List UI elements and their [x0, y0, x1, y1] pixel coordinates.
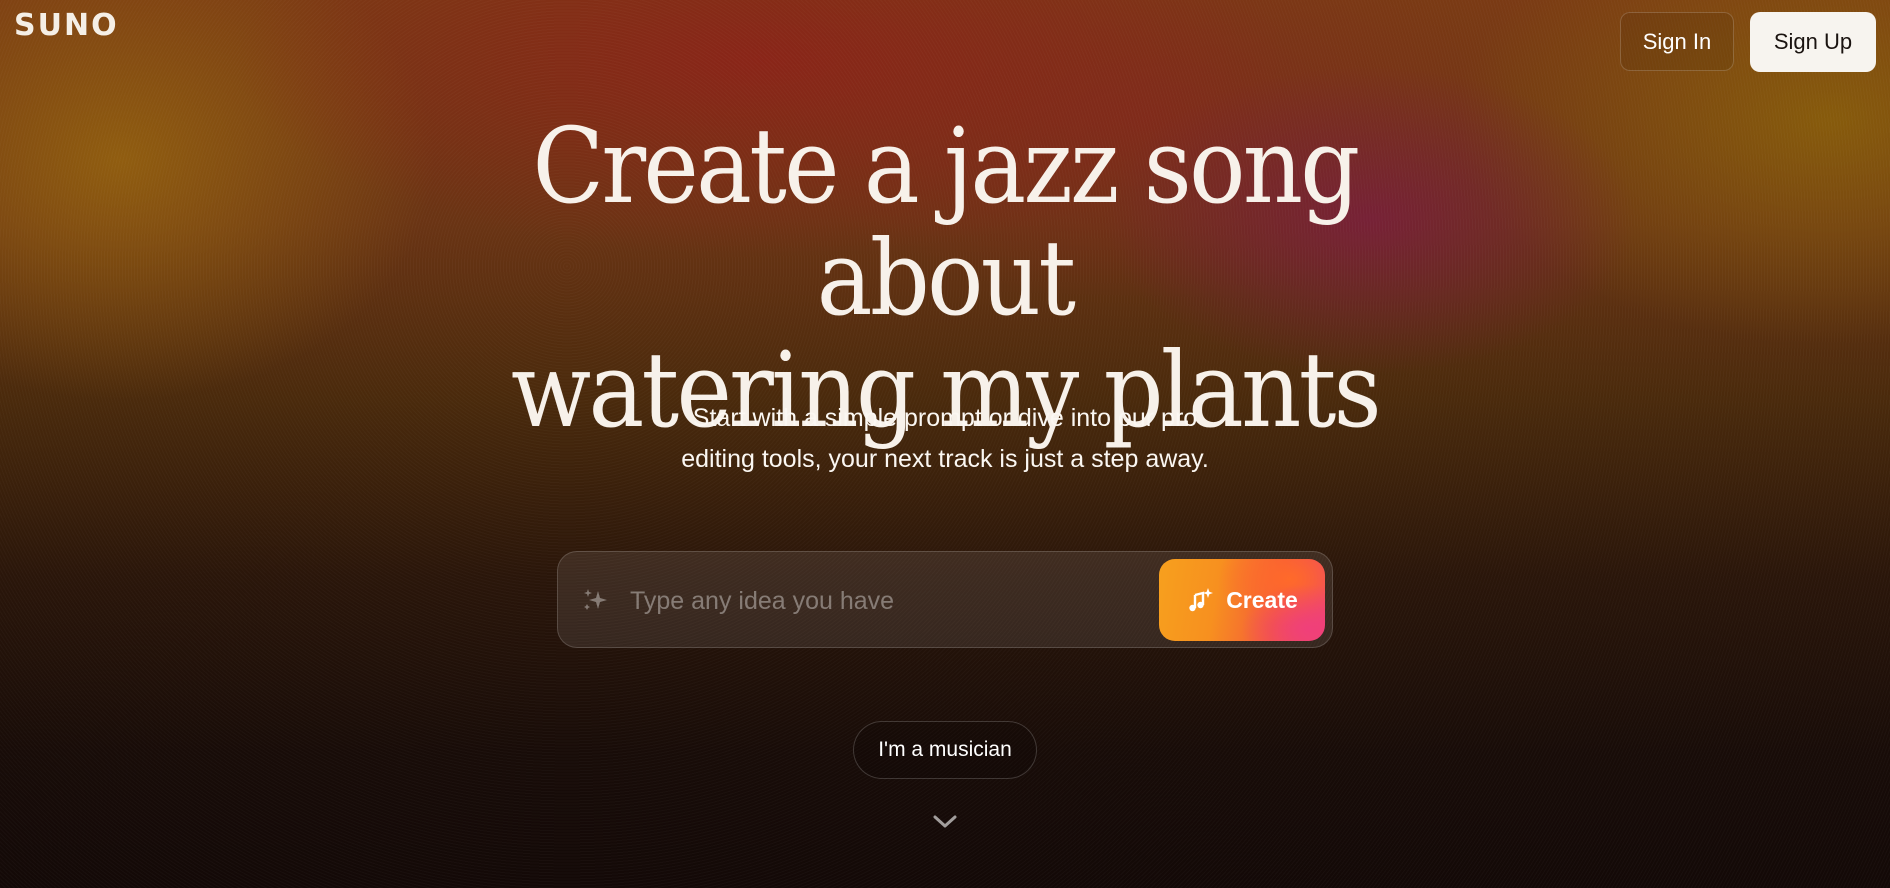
sign-in-button[interactable]: Sign In	[1620, 12, 1734, 71]
create-button-label: Create	[1226, 586, 1298, 613]
prompt-bar: Create	[557, 551, 1333, 648]
hero-headline-line-1: Create a jazz song about	[532, 105, 1360, 339]
musician-button[interactable]: I'm a musician	[853, 721, 1037, 779]
chevron-down-icon[interactable]	[931, 812, 959, 832]
hero-subtext-line-2: editing tools, your next track is just a…	[681, 445, 1209, 473]
music-note-sparkle-icon	[1189, 588, 1214, 612]
landing-page: SUNO Sign In Sign Up Create a jazz song …	[0, 0, 1890, 888]
sign-up-button[interactable]: Sign Up	[1750, 12, 1876, 72]
hero-subtext: Start with a simple prompt or dive into …	[545, 398, 1345, 480]
suno-logo[interactable]: SUNO	[14, 8, 119, 43]
sparkle-icon	[584, 589, 607, 610]
hero-subtext-line-1: Start with a simple prompt or dive into …	[692, 404, 1198, 432]
create-button[interactable]: Create	[1159, 559, 1325, 641]
prompt-input[interactable]	[628, 576, 1112, 626]
hero-headline: Create a jazz song about watering my pla…	[405, 110, 1485, 446]
